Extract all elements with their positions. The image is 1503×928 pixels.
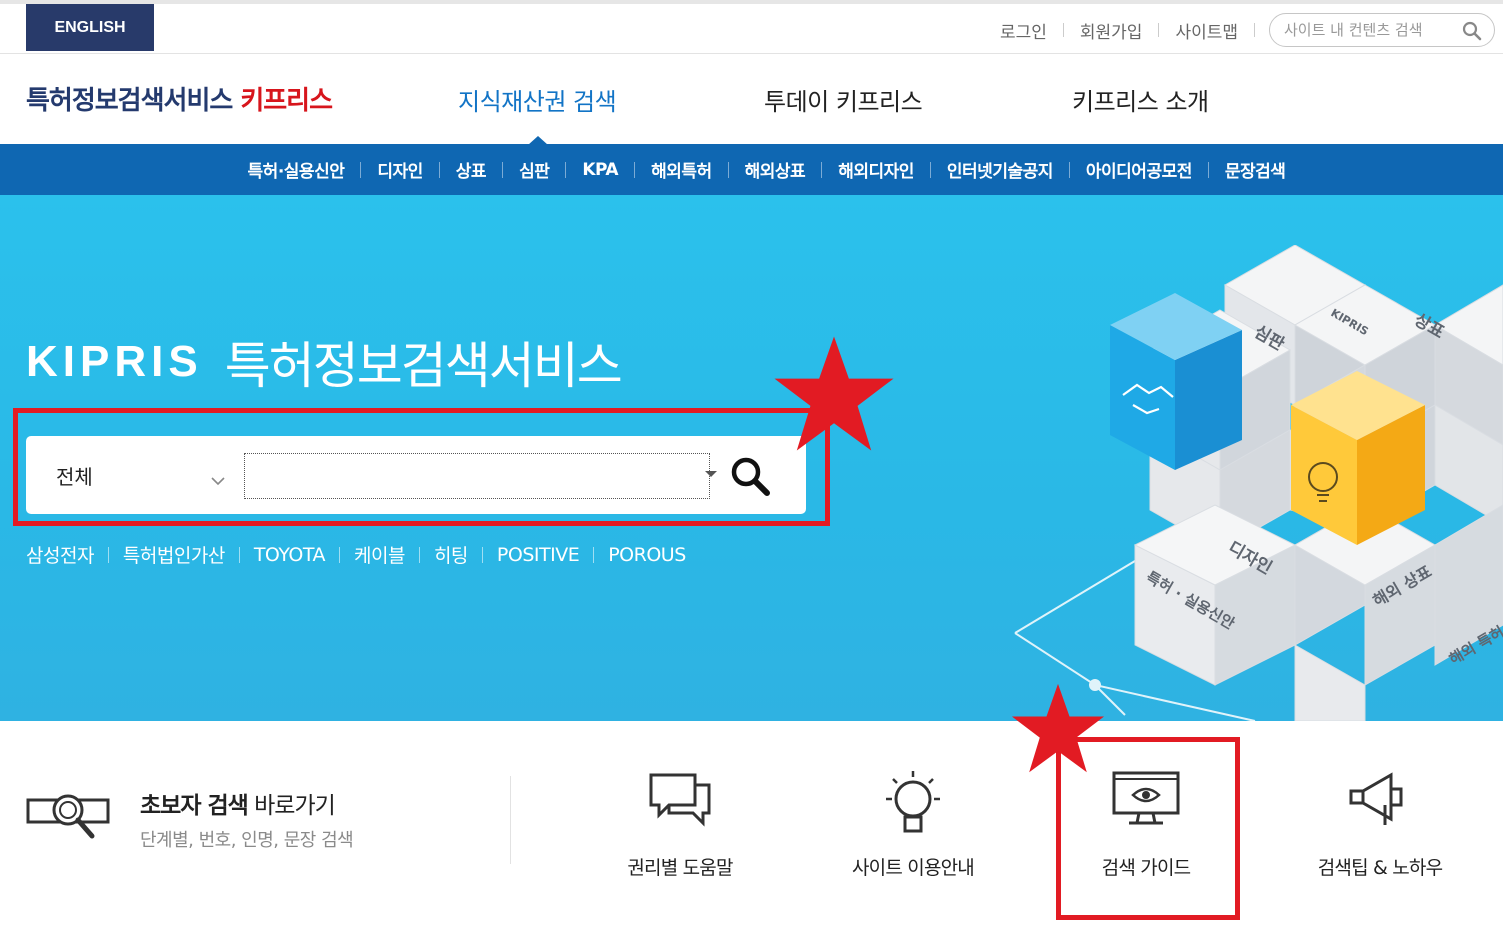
subnav-foreign-trademark[interactable]: 해외상표: [729, 157, 822, 182]
cube-illustration: 심판 KIPRIS 상표 디자인 특허 · 실용신안 해외 상표 해외 특허: [1014, 245, 1503, 721]
keyword-link[interactable]: TOYOTA: [254, 544, 326, 566]
keyword-link[interactable]: POSITIVE: [497, 544, 580, 566]
top-utility-bar: ENGLISH 로그인 회원가입 사이트맵: [0, 0, 1503, 54]
subnav-idea-contest[interactable]: 아이디어공모전: [1070, 157, 1208, 182]
hero-title-text: 특허정보검색서비스: [224, 337, 623, 395]
header: 특허정보검색서비스 키프리스 지식재산권 검색 투데이 키프리스 키프리스 소개: [0, 54, 1503, 145]
quick-search-guide[interactable]: 검색 가이드: [1046, 769, 1246, 889]
megaphone-icon: [1280, 769, 1480, 839]
site-search-input[interactable]: [1270, 14, 1450, 46]
sub-nav: 특허·실용신안 디자인 상표 심판 KPA 해외특허 해외상표 해외디자인 인터…: [0, 144, 1503, 195]
search-icon: [731, 457, 770, 496]
beginner-title: 초보자 검색 바로가기: [140, 786, 336, 820]
subnav-trademark[interactable]: 상표: [440, 157, 502, 182]
divider: [418, 546, 420, 563]
hero-title: KIPRIS 특허정보검색서비스: [26, 327, 623, 397]
kipris-brand: KIPRIS: [26, 337, 203, 386]
beginner-search-link[interactable]: 초보자 검색 바로가기 단계별, 번호, 인명, 문장 검색: [26, 776, 506, 876]
subnav-foreign-design[interactable]: 해외디자인: [822, 157, 930, 182]
yellow-cube: [1291, 371, 1425, 545]
blue-cube: [1110, 293, 1242, 470]
divider: [593, 546, 595, 563]
quick-label: 검색팁 & 노하우: [1317, 857, 1443, 879]
subnav-design[interactable]: 디자인: [361, 157, 438, 182]
nav-ip-search[interactable]: 지식재산권 검색: [458, 82, 617, 117]
subnav-trial[interactable]: 심판: [503, 157, 565, 182]
main-search-box: 전체: [26, 436, 806, 514]
english-button[interactable]: ENGLISH: [26, 4, 154, 51]
monitor-eye-icon: [1046, 769, 1246, 839]
main-nav: 지식재산권 검색 투데이 키프리스 키프리스 소개: [0, 82, 1503, 118]
quick-label: 검색 가이드: [1101, 857, 1191, 879]
divider: [238, 546, 240, 563]
keyword-link[interactable]: 히팅: [434, 541, 468, 568]
beginner-title-bold: 초보자 검색: [140, 793, 249, 819]
divider: [107, 546, 109, 563]
magnifier-card-icon: [26, 794, 110, 839]
subnav-sentence-search[interactable]: 문장검색: [1209, 157, 1302, 182]
search-button[interactable]: [726, 453, 774, 499]
lightbulb-icon: [813, 769, 1013, 839]
search-query-field: [244, 453, 717, 499]
chevron-down-icon: [210, 467, 226, 491]
divider: [1254, 23, 1255, 37]
signup-link[interactable]: 회원가입: [1064, 18, 1159, 43]
nav-about-kipris[interactable]: 키프리스 소개: [1072, 82, 1209, 117]
beginner-title-rest: 바로가기: [247, 793, 336, 819]
login-link[interactable]: 로그인: [984, 18, 1063, 43]
utility-links: 로그인 회원가입 사이트맵: [984, 12, 1503, 48]
site-search: [1269, 13, 1495, 47]
subnav-kpa[interactable]: KPA: [566, 160, 634, 180]
history-dropdown-icon[interactable]: [705, 471, 717, 477]
quick-search-tips[interactable]: 검색팁 & 노하우: [1280, 769, 1480, 889]
search-query-input[interactable]: [245, 454, 685, 498]
quick-label: 권리별 도움말: [627, 857, 733, 879]
search-scope-value: 전체: [56, 464, 93, 489]
quick-rights-help[interactable]: 권리별 도움말: [580, 769, 780, 889]
popular-keywords: 삼성전자 특허법인가산 TOYOTA 케이블 히팅 POSITIVE POROU…: [26, 541, 686, 568]
nav-today-kipris[interactable]: 투데이 키프리스: [764, 82, 923, 117]
keyword-link[interactable]: 특허법인가산: [123, 541, 225, 568]
subnav-patent-utility[interactable]: 특허·실용신안: [232, 157, 361, 182]
keyword-link[interactable]: POROUS: [608, 544, 686, 566]
subnav-internet-disclosure[interactable]: 인터넷기술공지: [931, 157, 1069, 182]
sitemap-link[interactable]: 사이트맵: [1159, 18, 1254, 43]
divider: [510, 776, 511, 864]
keyword-link[interactable]: 삼성전자: [26, 541, 94, 568]
divider: [339, 546, 340, 563]
quick-site-guide[interactable]: 사이트 이용안내: [813, 769, 1013, 889]
beginner-subtitle: 단계별, 번호, 인명, 문장 검색: [140, 830, 354, 851]
quick-menu: 초보자 검색 바로가기 단계별, 번호, 인명, 문장 검색 권리별 도움말 사…: [0, 721, 1503, 928]
quick-label: 사이트 이용안내: [851, 857, 975, 879]
search-icon[interactable]: [1462, 21, 1482, 45]
search-scope-select[interactable]: 전체: [56, 458, 226, 492]
speech-bubbles-icon: [580, 769, 780, 839]
hero-banner: KIPRIS 특허정보검색서비스 전체 삼성전자 특허법인가산 TOYOTA 케…: [0, 195, 1503, 721]
keyword-link[interactable]: 케이블: [354, 541, 405, 568]
subnav-foreign-patent[interactable]: 해외특허: [635, 157, 728, 182]
divider: [481, 546, 483, 563]
